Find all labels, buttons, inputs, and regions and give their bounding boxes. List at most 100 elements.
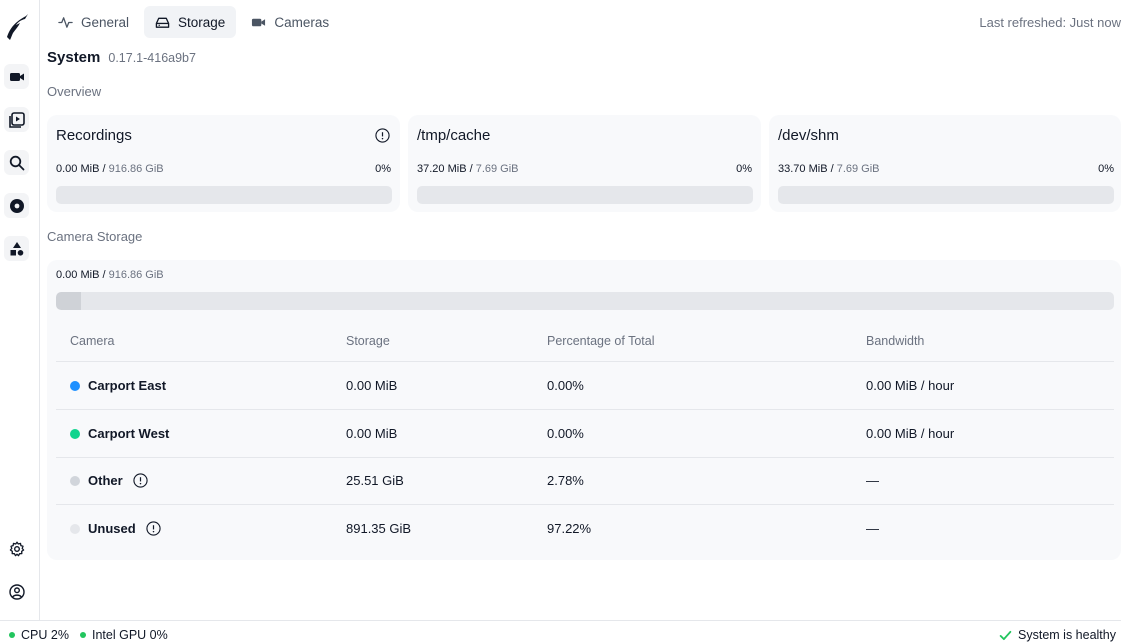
camera-storage-bar-fill [56, 292, 82, 310]
exports-button[interactable] [4, 193, 29, 218]
row-divider [56, 409, 1114, 410]
tab-label: General [81, 14, 130, 30]
camera-name-cell: Carport West [70, 426, 169, 441]
info-icon[interactable] [146, 521, 161, 536]
used-value: 0.00 MiB [56, 163, 100, 175]
info-icon[interactable] [375, 128, 390, 143]
status-bar: CPU 2% Intel GPU 0% System is healthy [0, 620, 1121, 642]
page-title: System 0.17.1-416a9b7 [47, 49, 196, 66]
card-usage: 33.70 MiB / 7.69 GiB [778, 163, 880, 175]
storage-cell: 0.00 MiB [346, 426, 398, 441]
playlist-icon [8, 111, 25, 128]
percent-cell: 97.22% [547, 521, 592, 536]
column-header-bandwidth: Bandwidth [866, 334, 925, 348]
tab-storage[interactable]: Storage [144, 6, 237, 38]
camera-name-cell: Unused [70, 521, 161, 536]
camera-storage-usage: 0.00 MiB / 916.86 GiB [56, 269, 164, 281]
percent-cell: 2.78% [547, 473, 584, 488]
storage-cell: 891.35 GiB [346, 521, 412, 536]
system-title: System [47, 49, 101, 66]
camera-color-dot [70, 523, 80, 534]
camera-color-dot [70, 380, 80, 391]
row-divider [56, 504, 1114, 505]
drive-icon [155, 17, 170, 28]
logo-icon[interactable] [4, 10, 30, 40]
column-header-storage: Storage [346, 334, 390, 348]
tab-cameras[interactable]: Cameras [240, 6, 340, 38]
total-value: 916.86 GiB [108, 269, 164, 281]
bandwidth-cell: 0.00 MiB / hour [866, 378, 955, 393]
card-percent: 0% [736, 163, 752, 175]
shapes-icon [10, 241, 23, 256]
sidebar [0, 0, 40, 620]
total-value: 7.69 GiB [475, 163, 519, 175]
video-icon [9, 72, 24, 81]
usage-bar [417, 186, 753, 204]
gpu-stat[interactable]: Intel GPU 0% [80, 628, 168, 642]
used-value: 0.00 MiB [56, 269, 100, 281]
row-divider [56, 361, 1114, 362]
explore-button[interactable] [4, 236, 29, 261]
storage-card-tmp-cache: /tmp/cache 37.20 MiB / 7.69 GiB 0% [408, 115, 761, 212]
card-title: /dev/shm [778, 127, 839, 144]
activity-icon [58, 16, 73, 28]
camera-name: Other [88, 473, 123, 488]
bandwidth-cell: 0.00 MiB / hour [866, 426, 955, 441]
camera-storage-bar [56, 292, 1114, 310]
check-icon [999, 630, 1012, 640]
card-percent: 0% [375, 163, 391, 175]
system-health[interactable]: System is healthy [999, 628, 1116, 642]
camera-color-dot [70, 428, 80, 439]
disc-icon [9, 198, 24, 213]
card-percent: 0% [1098, 163, 1114, 175]
live-view-button[interactable] [4, 64, 29, 89]
health-label: System is healthy [1018, 628, 1116, 642]
account-button[interactable] [4, 579, 29, 604]
status-dot [9, 632, 15, 638]
camera-name: Carport East [88, 378, 167, 393]
used-value: 37.20 MiB [417, 163, 467, 175]
camera-name: Unused [88, 521, 136, 536]
percent-cell: 0.00% [547, 426, 584, 441]
card-usage: 37.20 MiB / 7.69 GiB [417, 163, 519, 175]
status-dot [80, 632, 86, 638]
percent-cell: 0.00% [547, 378, 584, 393]
used-value: 33.70 MiB [778, 163, 828, 175]
row-divider [56, 457, 1114, 458]
camera-storage-panel: 0.00 MiB / 916.86 GiB [47, 260, 1121, 560]
last-refreshed: Last refreshed: Just now [979, 15, 1121, 30]
gpu-label: Intel GPU 0% [92, 628, 168, 642]
overview-label: Overview [47, 84, 102, 99]
usage-bar [778, 186, 1114, 204]
card-title: /tmp/cache [417, 127, 491, 144]
tab-label: Storage [178, 14, 226, 30]
storage-card-dev-shm: /dev/shm 33.70 MiB / 7.69 GiB 0% [769, 115, 1121, 212]
storage-cell: 25.51 GiB [346, 473, 404, 488]
camera-name-cell: Carport East [70, 378, 166, 393]
bandwidth-cell: — [866, 473, 879, 488]
total-value: 7.69 GiB [836, 163, 880, 175]
column-header-percentage: Percentage of Total [547, 334, 655, 348]
camera-storage-label: Camera Storage [47, 229, 143, 244]
camera-color-dot [70, 475, 80, 486]
storage-cell: 0.00 MiB [346, 378, 398, 393]
user-circle-icon [8, 583, 25, 600]
total-value: 916.86 GiB [108, 163, 164, 175]
search-icon [9, 155, 24, 170]
tab-bar: General Storage Cameras [47, 6, 340, 38]
usage-bar [56, 186, 392, 204]
camera-name-cell: Other [70, 473, 148, 488]
card-usage: 0.00 MiB / 916.86 GiB [56, 163, 164, 175]
camera-name: Carport West [88, 426, 170, 441]
card-title: Recordings [56, 127, 132, 144]
cpu-stat[interactable]: CPU 2% [9, 628, 69, 642]
info-icon[interactable] [133, 473, 148, 488]
settings-button[interactable] [4, 536, 29, 561]
gear-icon [9, 541, 24, 556]
bandwidth-cell: — [866, 521, 879, 536]
video-icon [252, 18, 266, 26]
column-header-camera: Camera [70, 334, 115, 348]
search-button[interactable] [4, 150, 29, 175]
tab-general[interactable]: General [47, 6, 140, 38]
review-button[interactable] [4, 107, 29, 132]
